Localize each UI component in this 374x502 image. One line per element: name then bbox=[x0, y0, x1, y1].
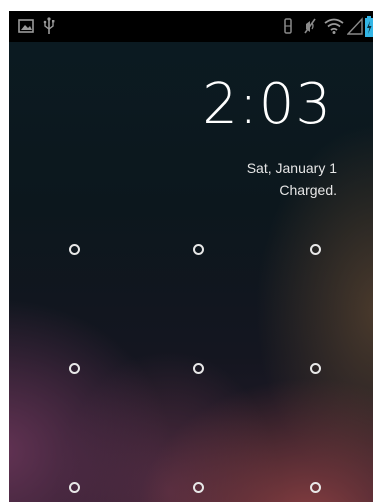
pattern-dot-9[interactable] bbox=[310, 482, 321, 493]
pattern-dot-2[interactable] bbox=[193, 244, 204, 255]
pattern-dot-5[interactable] bbox=[193, 363, 204, 374]
pattern-dot-1[interactable] bbox=[69, 244, 80, 255]
lock-screen: 2:03 Sat, January 1 Charged. bbox=[9, 11, 373, 502]
pattern-dot-7[interactable] bbox=[69, 482, 80, 493]
pattern-dot-3[interactable] bbox=[310, 244, 321, 255]
unlock-pattern-grid[interactable] bbox=[9, 11, 373, 502]
pattern-dot-8[interactable] bbox=[193, 482, 204, 493]
pattern-dot-6[interactable] bbox=[310, 363, 321, 374]
pattern-dot-4[interactable] bbox=[69, 363, 80, 374]
